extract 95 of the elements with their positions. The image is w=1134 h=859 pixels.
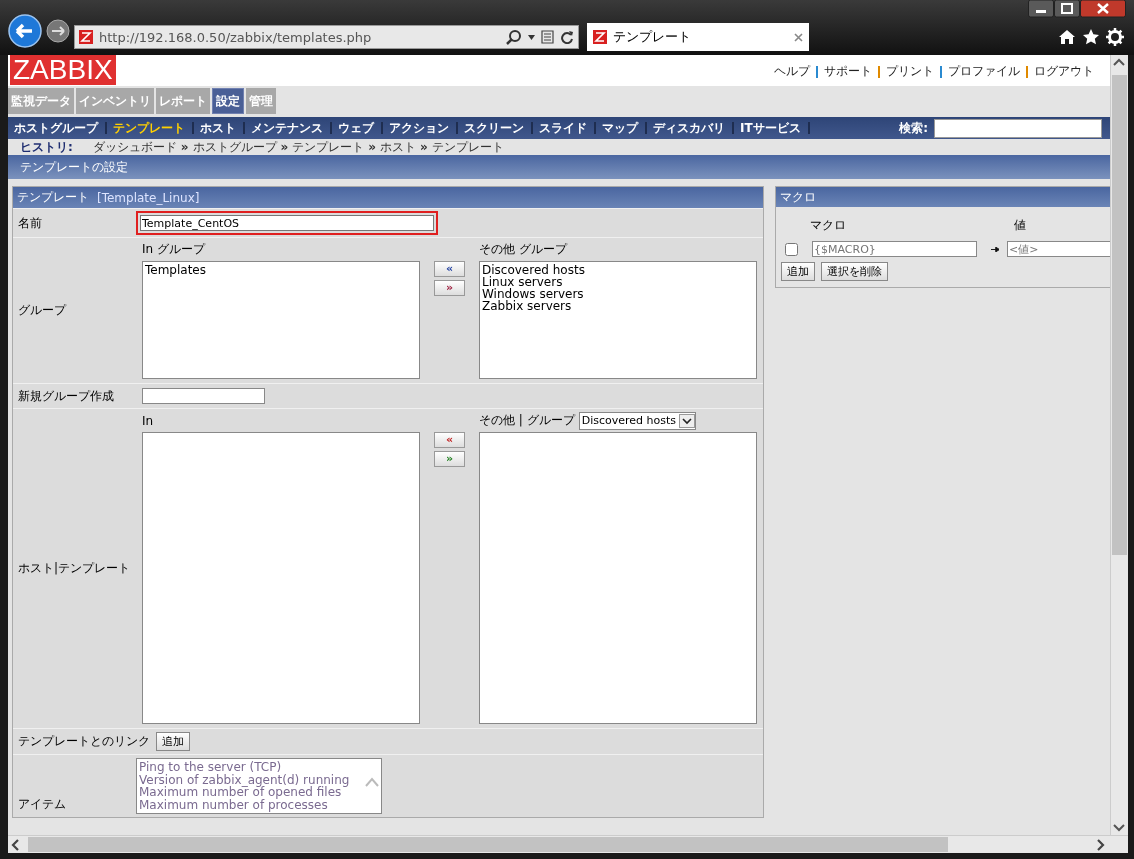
header-link[interactable]: ヘルプ: [768, 63, 816, 80]
tab-title: テンプレート: [613, 28, 692, 46]
list-item[interactable]: Ping to the server (TCP): [139, 761, 365, 774]
url-text: http://192.168.0.50/zabbix/templates.php: [99, 29, 373, 45]
group-dropdown[interactable]: Discovered hosts: [578, 411, 696, 430]
refresh-icon[interactable]: [560, 30, 574, 44]
breadcrumb-link[interactable]: ホスト: [380, 138, 417, 156]
breadcrumb-separator: »: [180, 140, 189, 154]
favicon-icon: [593, 30, 607, 44]
breadcrumb-link[interactable]: ホストグループ: [192, 138, 277, 156]
field-label: アイテム: [17, 796, 67, 813]
breadcrumb-separator: »: [280, 140, 289, 154]
close-icon[interactable]: [1080, 0, 1126, 18]
macro-button[interactable]: 追加: [781, 262, 815, 281]
add-button[interactable]: 追加: [156, 732, 190, 751]
vertical-scrollbar[interactable]: [1110, 55, 1128, 835]
horizontal-scrollbar[interactable]: [8, 835, 1128, 853]
back-button[interactable]: [8, 14, 42, 51]
list-item[interactable]: Discovered hosts: [482, 264, 754, 276]
move-right-button[interactable]: »: [434, 280, 465, 296]
history-label: ヒストリ:: [20, 138, 73, 156]
list-item[interactable]: Zabbix servers: [482, 300, 754, 312]
header-link[interactable]: プリント: [880, 63, 940, 80]
list-item[interactable]: Templates: [145, 264, 417, 276]
breadcrumb-link[interactable]: ダッシュボード: [92, 138, 177, 156]
column-title: In: [142, 413, 155, 428]
submenu-link[interactable]: ITサービス: [734, 122, 810, 134]
search-field[interactable]: [934, 118, 1102, 138]
breadcrumb-separator: »: [368, 140, 377, 154]
arrow-icon: [990, 246, 999, 252]
column-title: その他 | グループ: [479, 412, 575, 429]
caret-icon[interactable]: [528, 34, 535, 40]
column-header: 値: [1014, 217, 1026, 233]
list-item[interactable]: Windows servers: [482, 288, 754, 300]
page-title: テンプレートの設定: [8, 155, 1110, 179]
submenu-link[interactable]: テンプレート: [107, 122, 194, 134]
submenu-link[interactable]: ホストグループ: [14, 122, 107, 134]
header-link[interactable]: ログアウト: [1028, 63, 1100, 80]
macro-field[interactable]: {$MACRO}: [812, 241, 977, 257]
field-label: テンプレートとのリンク: [17, 733, 151, 750]
group-list[interactable]: Discovered hosts Linux servers Windows servers Zabbix servers: [479, 261, 757, 379]
breadcrumb-link[interactable]: テンプレート: [431, 138, 504, 156]
caret-icon: [679, 413, 695, 428]
column-title: その他 グループ: [479, 242, 569, 257]
panel-title: マクロ: [776, 187, 1110, 207]
submenu-link[interactable]: ディスカバリ: [647, 122, 734, 134]
submenu-link[interactable]: ウェブ: [332, 122, 383, 134]
favicon-icon: [79, 30, 93, 44]
compatibility-icon[interactable]: [541, 30, 554, 44]
submenu-link[interactable]: スクリーン: [458, 122, 533, 134]
browser-tab[interactable]: テンプレート: [587, 23, 809, 51]
move-left-button[interactable]: «: [434, 432, 465, 448]
search-icon[interactable]: [506, 29, 522, 45]
new-group-field[interactable]: [142, 388, 265, 404]
value-field[interactable]: <値>: [1007, 241, 1110, 257]
list-item[interactable]: Maximum number of opened files: [139, 786, 365, 799]
submenu-link[interactable]: ホスト: [194, 122, 245, 134]
scrollbar-thumb[interactable]: [1112, 75, 1127, 555]
header-link[interactable]: プロファイル: [942, 63, 1026, 80]
move-right-button[interactable]: »: [434, 451, 465, 467]
search-label: 検索:: [899, 119, 928, 137]
submenu-link[interactable]: メンテナンス: [245, 122, 332, 134]
maximize-icon[interactable]: [1054, 0, 1080, 18]
breadcrumb-separator: »: [420, 140, 428, 154]
star-icon[interactable]: [1082, 28, 1100, 46]
field-label: 新規グループ作成: [17, 387, 115, 405]
list-item[interactable]: Maximum number of processes: [139, 798, 365, 811]
scrollbar-thumb[interactable]: [28, 837, 948, 852]
field-label: ホスト|テンプレート: [17, 560, 132, 577]
field-label: グループ: [17, 302, 68, 319]
header-link[interactable]: サポート: [818, 63, 878, 80]
panel-title: テンプレート: [17, 189, 89, 206]
column-title: In グループ: [142, 242, 207, 257]
address-bar[interactable]: http://192.168.0.50/zabbix/templates.php: [74, 25, 579, 49]
forward-button[interactable]: [46, 19, 70, 46]
template-name: [Template_Linux]: [97, 190, 200, 205]
submenu-link[interactable]: アクション: [383, 122, 458, 134]
column-header: マクロ: [810, 217, 847, 233]
macro-button[interactable]: 選択を削除: [821, 262, 888, 281]
zabbix-logo[interactable]: ZABBIX: [10, 55, 116, 85]
list-item[interactable]: Linux servers: [482, 276, 754, 288]
breadcrumb-link[interactable]: テンプレート: [292, 138, 365, 156]
name-field[interactable]: Template_CentOS: [140, 215, 434, 231]
list-item[interactable]: Version of zabbix_agent(d) running: [139, 773, 365, 786]
row-checkbox[interactable]: [785, 242, 798, 256]
submenu-link[interactable]: マップ: [596, 122, 647, 134]
move-left-button[interactable]: «: [434, 261, 465, 277]
item-list[interactable]: Ping to the server (TCP) Version of zabbix_agent(d) running Maximum number of opened files Maximum number of processes: [136, 758, 382, 814]
minimize-icon[interactable]: [1028, 0, 1054, 18]
menu-tab[interactable]: 設定: [212, 88, 244, 114]
submenu-link[interactable]: スライド: [533, 122, 596, 134]
group-list[interactable]: Templates: [142, 261, 420, 379]
field-label: 名前: [17, 214, 43, 232]
settings-icon[interactable]: [1106, 28, 1124, 46]
home-icon[interactable]: [1058, 28, 1076, 46]
